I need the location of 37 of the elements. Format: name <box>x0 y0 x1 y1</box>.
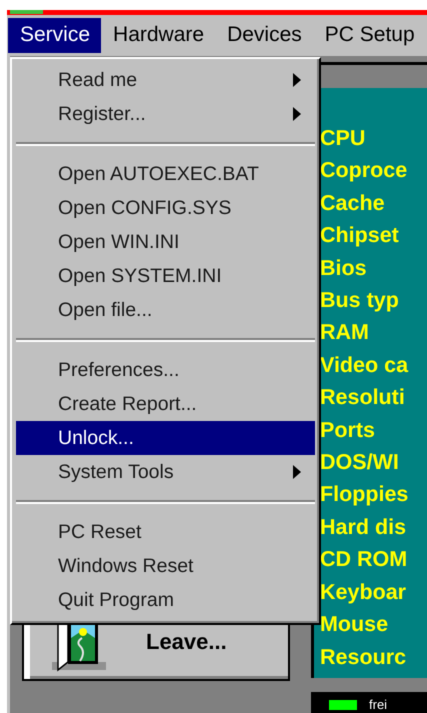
menu-item[interactable]: PC Setup <box>312 18 426 53</box>
menu-entry[interactable]: Open file... <box>16 293 315 327</box>
menu-entry[interactable]: Create Report... <box>16 387 315 421</box>
menu-entry[interactable]: System Tools <box>16 455 315 489</box>
menu-entry[interactable]: Read me <box>16 63 315 97</box>
info-label: Video ca <box>320 352 410 379</box>
menu-entry[interactable]: Open SYSTEM.INI <box>16 259 315 293</box>
info-label: Resourc <box>320 644 408 670</box>
menu-entry[interactable]: Register... <box>16 97 315 131</box>
info-label: Mouse <box>320 611 390 638</box>
menu-entry[interactable]: Windows Reset <box>16 549 315 583</box>
info-label: CPU <box>320 125 366 152</box>
info-label: Resoluti <box>320 384 406 412</box>
info-label: Hard dis <box>320 514 408 541</box>
info-label: DOS/WI <box>320 449 400 476</box>
info-label: Bus typ <box>320 287 400 314</box>
info-label: RAM <box>320 319 370 346</box>
menu-item[interactable]: Service <box>8 18 102 53</box>
menu-entry[interactable]: Open WIN.INI <box>16 225 315 259</box>
app-icon <box>10 10 43 14</box>
info-label: Coproce <box>320 157 408 184</box>
menu-entry[interactable]: Open CONFIG.SYS <box>16 191 315 225</box>
info-label: Chipset <box>320 222 400 250</box>
menu-entry[interactable]: Unlock... <box>16 421 315 455</box>
info-label: Cache <box>320 190 386 217</box>
menu-entry[interactable]: Open AUTOEXEC.BAT <box>16 157 315 191</box>
menu-entry[interactable]: PC Reset <box>16 515 315 549</box>
info-label: Floppies <box>320 481 410 508</box>
info-label: Keyboar <box>320 578 408 606</box>
info-label: CD ROM <box>320 546 408 574</box>
menu-item[interactable]: Hardware <box>101 18 216 53</box>
menu-item[interactable]: Devices <box>215 18 313 53</box>
info-label: Bios <box>320 254 368 282</box>
status-text: frei <box>369 698 388 711</box>
status-led <box>329 700 357 710</box>
info-label: Ports <box>320 416 376 444</box>
menu-entry[interactable]: Preferences... <box>16 353 315 387</box>
